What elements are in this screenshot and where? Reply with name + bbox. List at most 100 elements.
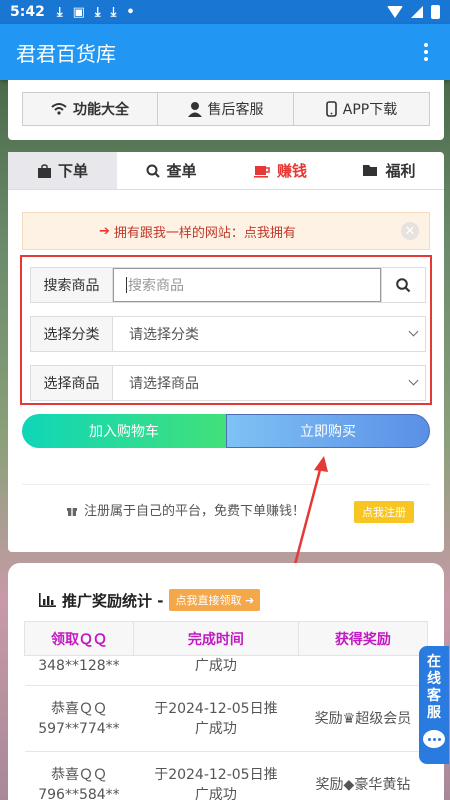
stats-title: 推广奖励统计 - [62, 591, 164, 610]
support-label: 售后客服 [207, 102, 264, 118]
product-label: 选择商品 [31, 366, 113, 400]
tab-query[interactable]: 查单 [117, 152, 226, 189]
reward-label: 奖励 [314, 710, 343, 727]
column-header: 领取ＱＱ [24, 621, 134, 656]
bag-icon [37, 163, 51, 178]
diamond-icon: ◆ [343, 776, 355, 793]
user-icon [187, 102, 202, 117]
app-title: 君君百货库 [16, 41, 116, 66]
wifi-status-icon [387, 6, 403, 18]
chat-icon [423, 730, 445, 748]
category-value: 请选择分类 [129, 327, 199, 343]
status-bar: 5:42 ⤓ ▣ ⤓ ⤓ • [0, 0, 450, 24]
app-download-label: APP下载 [342, 102, 398, 118]
tab-bar: 下单 查单 赚钱 福利 [8, 152, 444, 190]
stats-header: 推广奖励统计 - 点我直接领取 ➔ [38, 589, 261, 611]
product-value: 请选择商品 [129, 376, 199, 392]
qq-number: 796**584** [38, 786, 120, 800]
table-row: 恭喜ＱＱ 796**584** 于2024-12-05日推 广成功 奖励◆豪华黄钻 [24, 751, 428, 800]
rewards-table: 领取ＱＱ 完成时间 获得奖励 348**128** 广成功 恭喜ＱＱ 597**7… [24, 621, 429, 800]
features-label: 功能大全 [73, 102, 129, 118]
search-label: 搜索商品 [31, 268, 113, 302]
column-header: 获得奖励 [297, 621, 429, 656]
search-icon [396, 277, 411, 292]
support-button[interactable]: 售后客服 [158, 92, 294, 126]
table-row: 恭喜ＱＱ 597**774** 于2024-12-05日推 广成功 奖励♛超级会员 [24, 685, 428, 752]
app-bar: 君君百货库 [0, 24, 450, 80]
claim-label: 点我直接领取 [175, 594, 242, 607]
time-text: 于2024-12-05日推 [154, 700, 278, 717]
own-site-notice[interactable]: ➔ 拥有跟我一样的网站：点我拥有 ✕ [22, 212, 430, 250]
time-text: 广成功 [194, 786, 237, 800]
bar-chart-icon [39, 593, 56, 607]
time-text: 于2024-12-05日推 [154, 766, 278, 783]
qq-cell: 恭喜ＱＱ 597**774** [24, 685, 134, 752]
notice-text: 拥有跟我一样的网站：点我拥有 [113, 225, 296, 241]
tab-query-label: 查单 [166, 162, 197, 180]
arrow-right-icon: ➔ [99, 223, 110, 239]
category-select[interactable]: 请选择分类 [113, 317, 425, 351]
buy-now-button[interactable]: 立即购买 [226, 414, 430, 448]
close-icon[interactable]: ✕ [401, 222, 419, 240]
top-panel: 功能大全 售后客服 APP下载 [8, 80, 444, 140]
signal-icon [411, 6, 423, 18]
gift-icon [67, 506, 77, 516]
tab-earn[interactable]: 赚钱 [226, 152, 335, 189]
claim-button[interactable]: 点我直接领取 ➔ [169, 589, 261, 611]
online-service-button[interactable]: 在 线 客 服 [419, 646, 449, 764]
add-to-cart-button[interactable]: 加入购物车 [22, 414, 226, 448]
time-cell: 于2024-12-05日推 广成功 [133, 685, 299, 752]
search-icon [146, 164, 161, 178]
reward-cell [298, 655, 428, 686]
tab-earn-label: 赚钱 [276, 162, 307, 180]
product-select[interactable]: 请选择商品 [113, 366, 425, 400]
features-button[interactable]: 功能大全 [22, 92, 158, 126]
folder-icon [363, 165, 378, 176]
congrats-text: 恭喜ＱＱ [50, 700, 107, 717]
time-cell: 于2024-12-05日推 广成功 [133, 751, 299, 800]
reward-label: 奖励 [315, 776, 344, 793]
table-row: 348**128** 广成功 [24, 655, 428, 686]
register-promo: 注册属于自己的平台，免费下单赚钱！ [66, 500, 305, 519]
category-label: 选择分类 [31, 317, 113, 351]
qq-cell: 恭喜ＱＱ 796**584** [24, 751, 134, 800]
chevron-down-icon [408, 326, 419, 337]
more-menu-icon[interactable] [418, 37, 434, 67]
register-button[interactable]: 点我注册 [354, 501, 414, 523]
cup-icon [253, 165, 270, 178]
order-panel: 下单 查单 赚钱 福利 ➔ 拥有跟我一样的网站：点我拥有 ✕ 搜索商品 搜索商品 [8, 152, 444, 552]
reward-cell: 奖励♛超级会员 [298, 685, 428, 752]
action-row: 加入购物车 立即购买 [22, 414, 430, 448]
time-text: 广成功 [194, 720, 237, 737]
time-cell: 广成功 [133, 655, 299, 686]
register-text: 注册属于自己的平台，免费下单赚钱！ [84, 504, 306, 519]
divider [22, 484, 430, 485]
service-char: 线 [427, 671, 441, 687]
chevron-down-icon [408, 375, 419, 386]
status-dot: • [126, 4, 135, 20]
tab-order[interactable]: 下单 [8, 152, 117, 189]
reward-item: 超级会员 [355, 710, 412, 727]
search-placeholder: 搜索商品 [128, 278, 184, 294]
qq-cell: 348**128** [24, 655, 134, 686]
search-input[interactable]: 搜索商品 [113, 268, 381, 302]
app-download-button[interactable]: APP下载 [294, 92, 430, 126]
service-char: 客 [427, 688, 441, 704]
search-button[interactable] [381, 268, 425, 302]
text-caret [126, 277, 127, 293]
qq-number: 597**774** [38, 720, 120, 737]
tab-welfare-label: 福利 [385, 162, 416, 180]
promo-stats-panel: 推广奖励统计 - 点我直接领取 ➔ 领取ＱＱ 完成时间 获得奖励 348**12… [8, 563, 444, 800]
order-form: 搜索商品 搜索商品 选择分类 请选择分类 选择商品 请选择商品 [20, 255, 432, 405]
category-row: 选择分类 请选择分类 [30, 316, 426, 352]
vip-icon: ♛ [342, 710, 356, 727]
product-row: 选择商品 请选择商品 [30, 365, 426, 401]
tab-order-label: 下单 [57, 162, 88, 180]
download-icon: ⤓ [94, 4, 101, 20]
column-header: 完成时间 [132, 621, 299, 656]
service-char: 在 [427, 654, 441, 670]
tab-welfare[interactable]: 福利 [335, 152, 444, 189]
congrats-text: 恭喜ＱＱ [50, 766, 107, 783]
wifi-icon [51, 103, 67, 115]
reward-cell: 奖励◆豪华黄钻 [298, 751, 428, 800]
